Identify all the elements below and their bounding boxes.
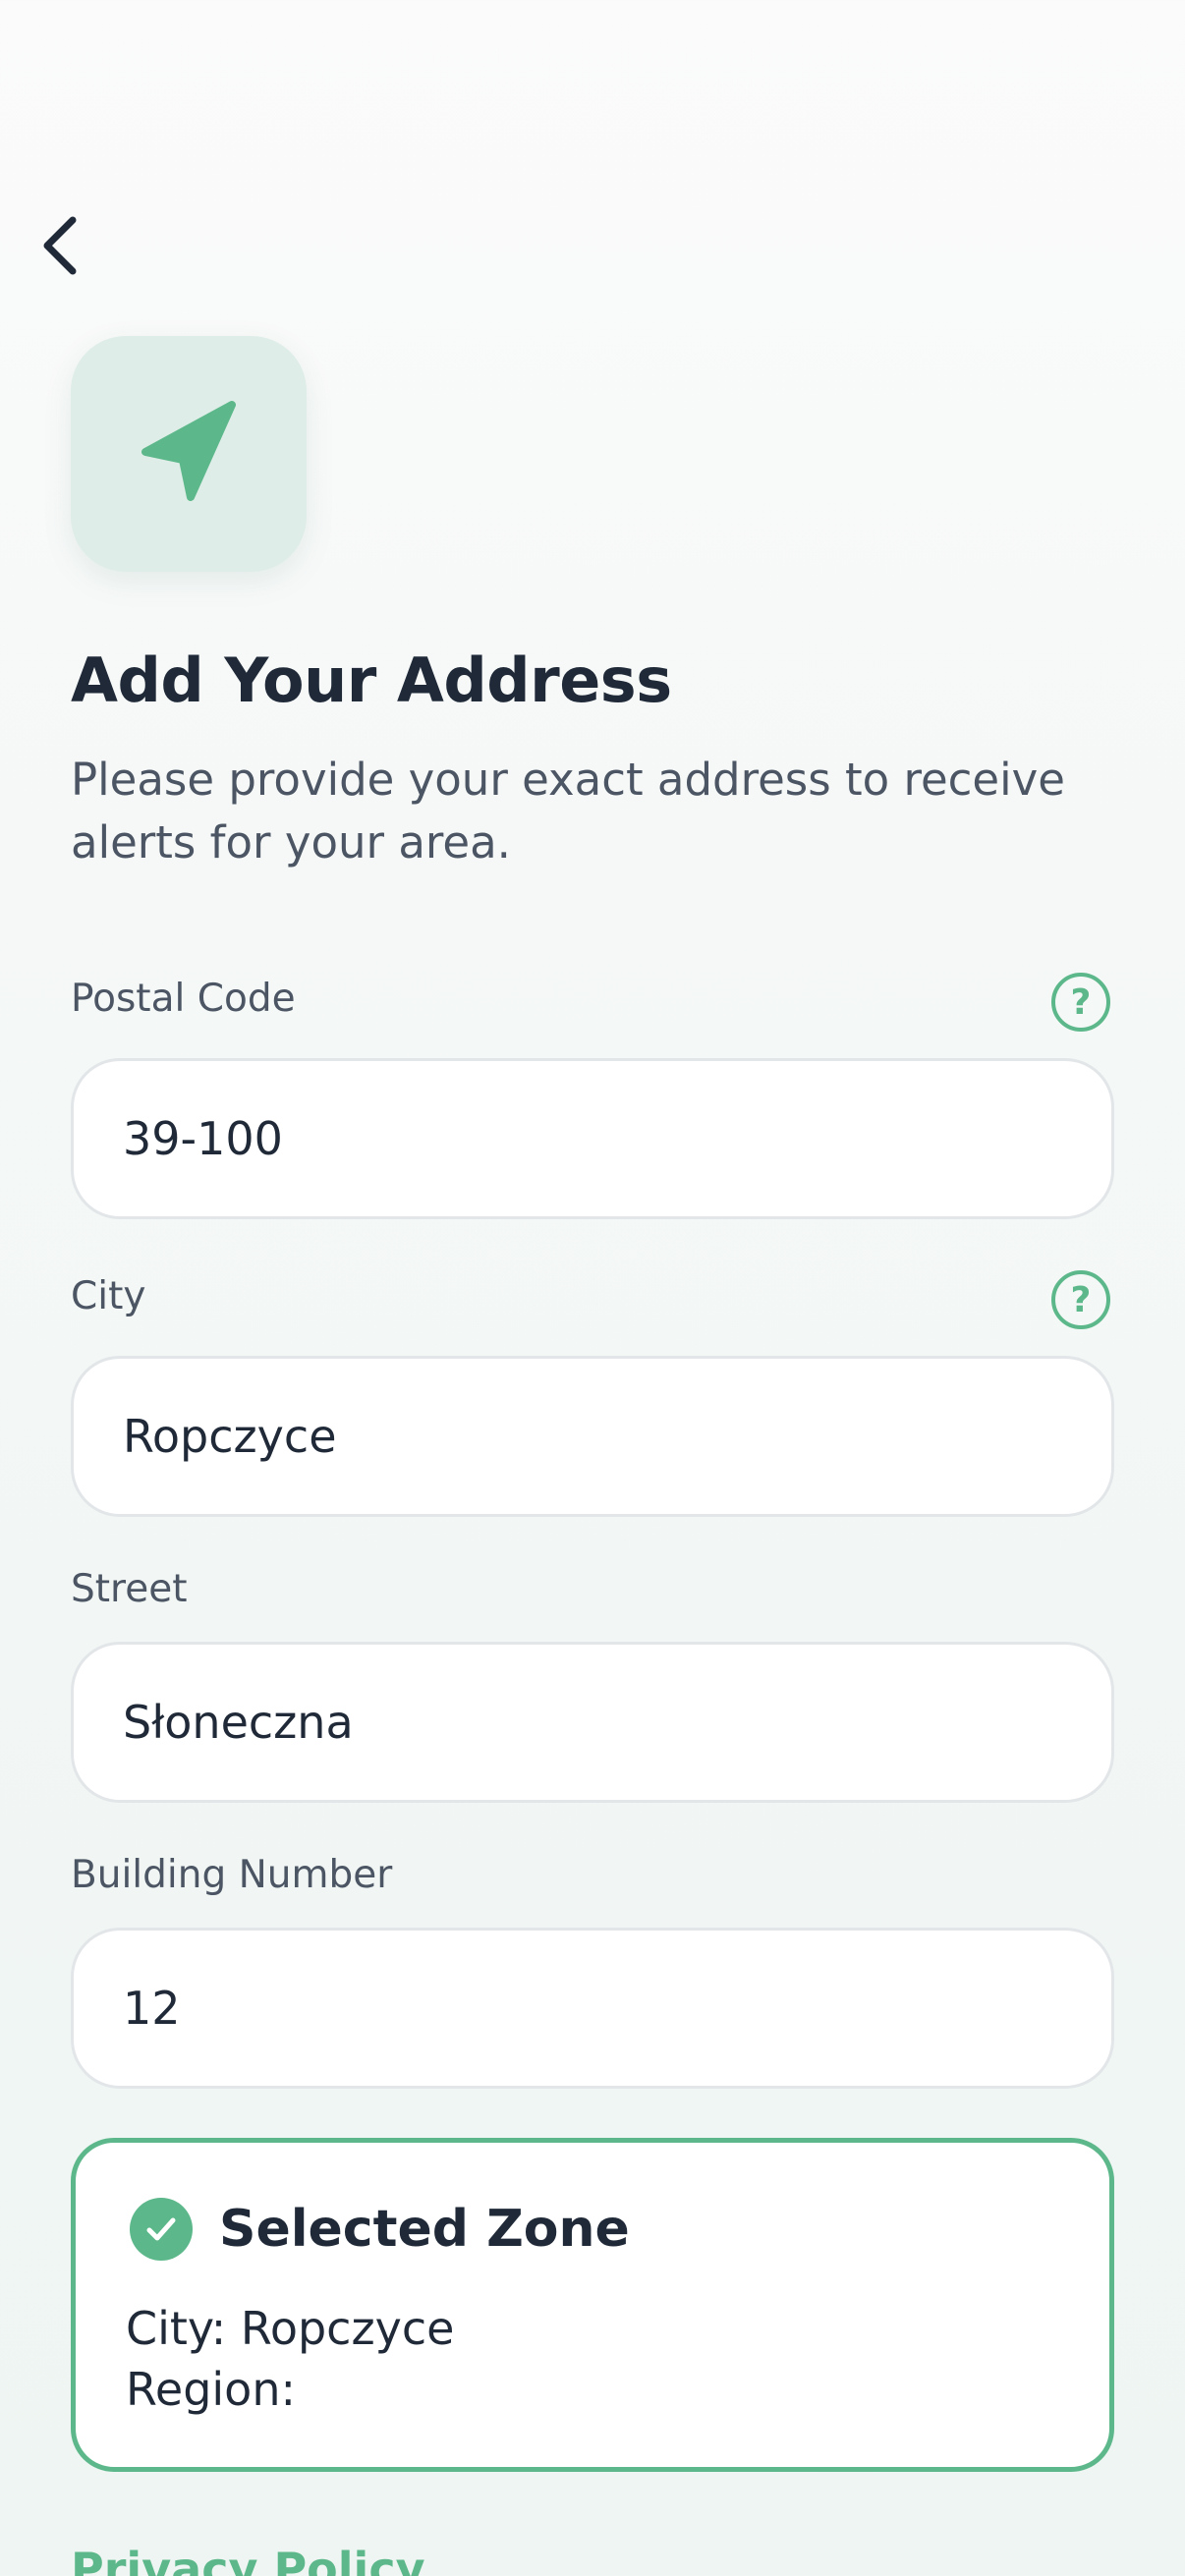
navigation-arrow-icon bbox=[141, 401, 236, 501]
building-number-field[interactable] bbox=[71, 1928, 1114, 2089]
city-input[interactable] bbox=[123, 1410, 1062, 1463]
city-label: City bbox=[71, 1274, 146, 1318]
page-subtitle: Please provide your exact address to rec… bbox=[71, 754, 1065, 868]
zone-region-text: Region: bbox=[126, 2363, 296, 2416]
privacy-policy-link[interactable]: Privacy Policy bbox=[71, 2543, 425, 2576]
street-label: Street bbox=[71, 1567, 188, 1611]
city-field[interactable] bbox=[71, 1356, 1114, 1517]
zone-city-text: City: Ropczyce bbox=[126, 2302, 455, 2355]
postal-code-input[interactable] bbox=[123, 1112, 1062, 1165]
street-field[interactable] bbox=[71, 1642, 1114, 1803]
selected-zone-card: Selected Zone City: Ropczyce Region: bbox=[71, 2138, 1114, 2472]
location-icon-tile bbox=[71, 336, 307, 572]
check-circle-icon bbox=[130, 2198, 193, 2261]
postal-code-field[interactable] bbox=[71, 1058, 1114, 1219]
street-input[interactable] bbox=[123, 1696, 1062, 1749]
city-help-icon[interactable]: ? bbox=[1051, 1270, 1110, 1329]
chevron-left-icon bbox=[43, 216, 77, 275]
back-button[interactable] bbox=[28, 206, 90, 285]
page-title: Add Your Address bbox=[71, 644, 672, 716]
building-number-label: Building Number bbox=[71, 1853, 393, 1897]
selected-zone-title: Selected Zone bbox=[219, 2200, 630, 2259]
postal-code-label: Postal Code bbox=[71, 977, 296, 1021]
building-number-input[interactable] bbox=[123, 1982, 1062, 2035]
postal-code-help-icon[interactable]: ? bbox=[1051, 973, 1110, 1032]
